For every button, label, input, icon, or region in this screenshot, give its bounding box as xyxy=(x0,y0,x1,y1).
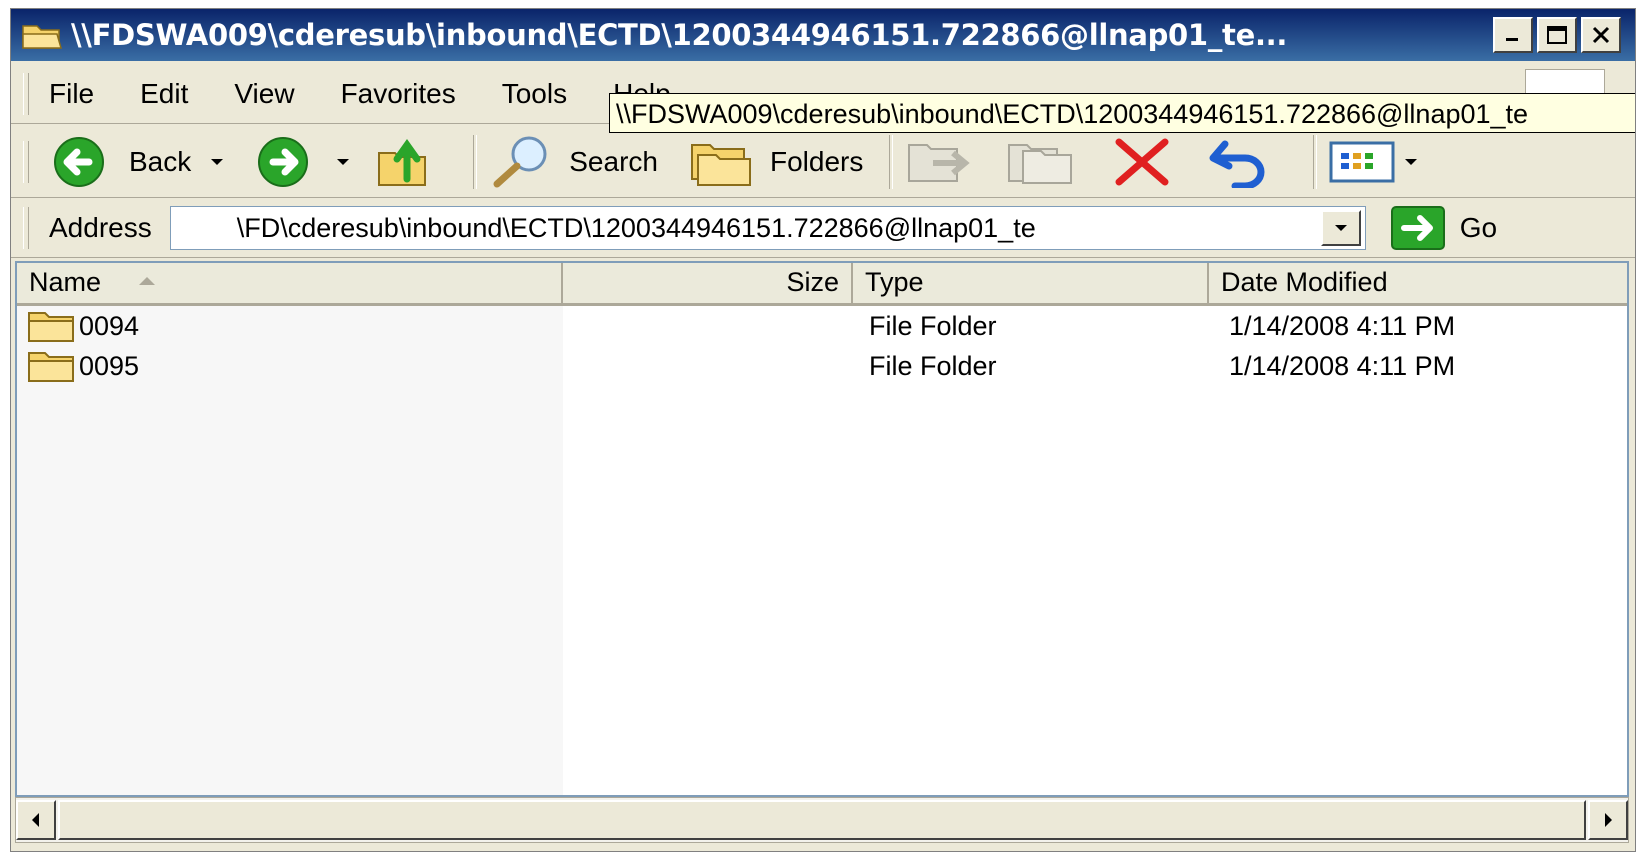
table-row[interactable]: 0094 File Folder 1/14/2008 4:11 PM xyxy=(17,306,1627,346)
go-label: Go xyxy=(1459,212,1498,243)
menu-favorites[interactable]: Favorites xyxy=(341,78,456,110)
folder-icon xyxy=(28,352,74,382)
address-dropdown-button[interactable] xyxy=(1320,210,1361,246)
views-icon xyxy=(1329,141,1395,183)
file-list[interactable]: Name Size Type Date Modified 0094 File F… xyxy=(15,261,1629,797)
column-header-size[interactable]: Size xyxy=(563,263,853,303)
toolbar-separator xyxy=(889,135,894,189)
forward-button[interactable] xyxy=(249,136,350,188)
row-date: 1/14/2008 4:11 PM xyxy=(1229,350,1456,381)
minimize-button[interactable] xyxy=(1493,17,1533,53)
scroll-right-button[interactable] xyxy=(1588,800,1628,840)
scroll-thumb[interactable] xyxy=(58,800,1586,840)
address-input[interactable]: \FD\cderesub\inbound\ECTD\1200344946151.… xyxy=(169,206,1366,250)
title-bar: \\FDSWA009\cderesub\inbound\ECTD\1200344… xyxy=(11,9,1635,61)
undo-icon xyxy=(1209,140,1265,188)
undo-button[interactable] xyxy=(1205,136,1287,188)
column-headers: Name Size Type Date Modified xyxy=(17,263,1627,306)
copy-to-button[interactable] xyxy=(1003,137,1091,187)
path-tooltip: \\FDSWA009\cderesub\inbound\ECTD\1200344… xyxy=(609,93,1635,133)
toolbar-grip[interactable] xyxy=(23,141,29,183)
maximize-button[interactable] xyxy=(1537,17,1577,53)
explorer-window: \\FDSWA009\cderesub\inbound\ECTD\1200344… xyxy=(10,8,1636,852)
menu-edit[interactable]: Edit xyxy=(140,78,188,110)
folders-button[interactable]: Folders xyxy=(688,137,863,187)
menu-tools[interactable]: Tools xyxy=(502,78,567,110)
folder-up-icon xyxy=(378,138,427,186)
column-header-type[interactable]: Type xyxy=(853,263,1209,303)
horizontal-scrollbar[interactable] xyxy=(15,797,1629,843)
row-date: 1/14/2008 4:11 PM xyxy=(1229,310,1456,341)
row-name: 0095 xyxy=(79,350,140,381)
sort-ascending-icon xyxy=(139,277,155,285)
search-label: Search xyxy=(569,146,658,177)
forward-arrow-icon xyxy=(258,137,309,187)
toolbar-separator xyxy=(1313,135,1318,189)
arrow-right-icon xyxy=(1605,813,1612,827)
go-arrow-icon xyxy=(1390,206,1445,250)
search-button[interactable]: Search xyxy=(487,134,658,190)
back-dropdown[interactable] xyxy=(211,159,224,165)
back-button[interactable]: Back xyxy=(49,136,224,188)
address-label: Address xyxy=(49,212,152,243)
address-value[interactable]: \FD\cderesub\inbound\ECTD\1200344946151.… xyxy=(237,213,1321,244)
back-label: Back xyxy=(129,146,192,177)
column-header-name[interactable]: Name xyxy=(17,263,563,303)
menu-view[interactable]: View xyxy=(234,78,294,110)
search-icon xyxy=(493,136,547,188)
back-arrow-icon xyxy=(54,137,104,187)
menu-file[interactable]: File xyxy=(49,78,94,110)
toolbar-separator xyxy=(473,135,478,189)
up-button[interactable] xyxy=(375,135,447,189)
copy-to-icon xyxy=(1008,144,1073,184)
arrow-left-icon xyxy=(32,813,39,827)
standard-toolbar: Back Search Folders xyxy=(11,127,1635,198)
row-name: 0094 xyxy=(79,310,140,341)
row-type: File Folder xyxy=(869,350,997,381)
move-to-button[interactable] xyxy=(903,137,987,187)
folder-open-icon xyxy=(21,20,63,50)
chevron-down-icon xyxy=(1334,225,1347,231)
folders-icon xyxy=(690,144,751,186)
address-bar: Address \FD\cderesub\inbound\ECTD\120034… xyxy=(11,199,1635,258)
folder-icon xyxy=(28,312,74,342)
window-title: \\FDSWA009\cderesub\inbound\ECTD\1200344… xyxy=(71,18,1288,52)
column-header-date-modified[interactable]: Date Modified xyxy=(1209,263,1619,303)
close-button[interactable] xyxy=(1581,17,1621,53)
delete-button[interactable] xyxy=(1107,136,1189,188)
folders-label: Folders xyxy=(769,146,864,177)
delete-icon xyxy=(1115,138,1169,186)
addressbar-grip[interactable] xyxy=(23,207,29,249)
views-dropdown[interactable] xyxy=(1405,159,1418,165)
scroll-left-button[interactable] xyxy=(16,800,56,840)
menubar-grip[interactable] xyxy=(23,73,29,115)
table-row[interactable]: 0095 File Folder 1/14/2008 4:11 PM xyxy=(17,346,1627,386)
forward-dropdown[interactable] xyxy=(337,159,350,165)
go-button[interactable]: Go xyxy=(1390,205,1497,251)
column-header-name-label: Name xyxy=(29,267,102,297)
views-button[interactable] xyxy=(1327,139,1418,185)
row-type: File Folder xyxy=(869,310,997,341)
move-to-icon xyxy=(908,144,971,182)
